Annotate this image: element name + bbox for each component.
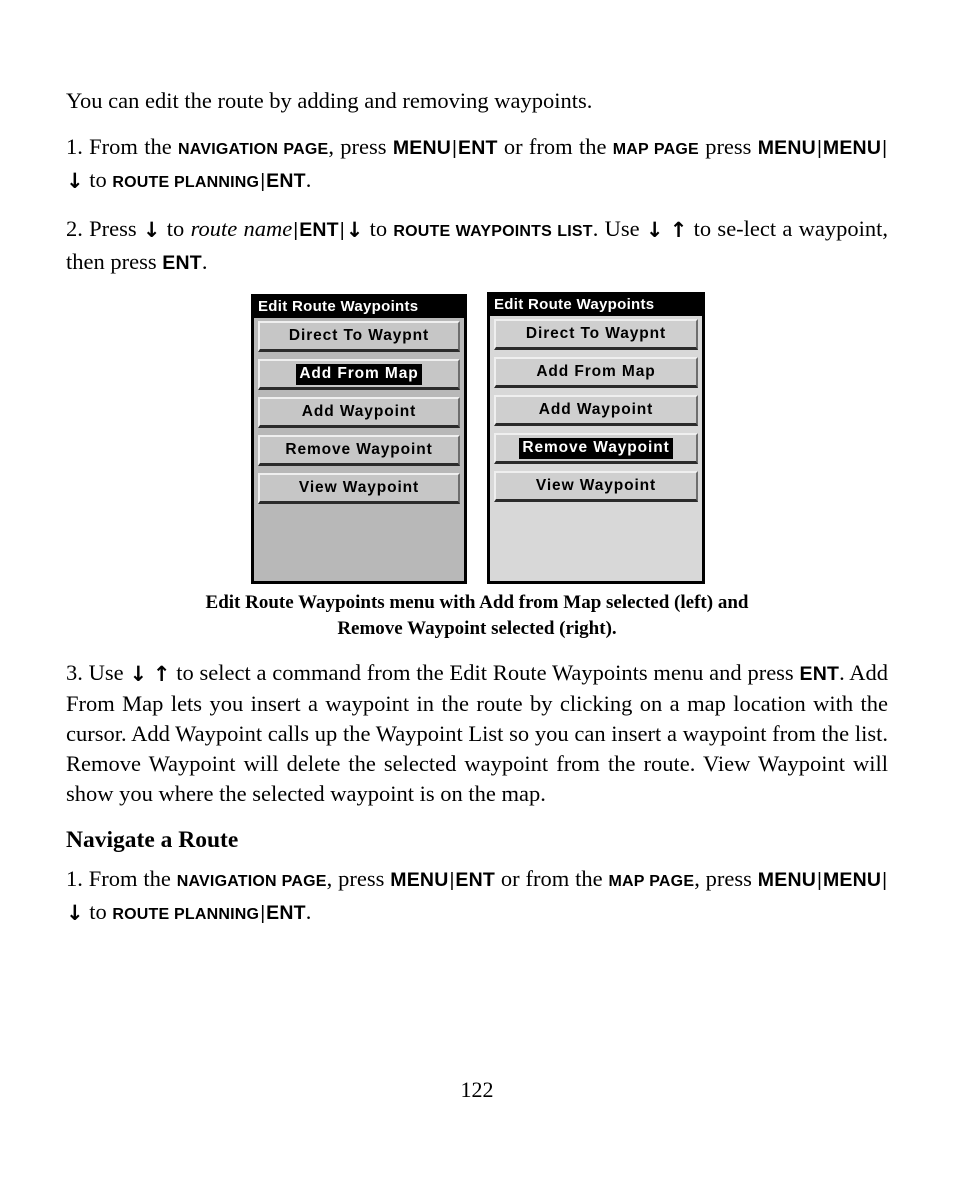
step-2-number: 2. — [66, 216, 83, 241]
ent-key: ENT — [455, 869, 496, 891]
figure-gps-screens: Edit Route Waypoints Direct To Waypnt Ad… — [66, 292, 888, 590]
figure-caption: Edit Route Waypoints menu with Add from … — [66, 590, 888, 642]
step-2-period: . — [201, 249, 208, 274]
gps-right-menu-list: Direct To Waypnt Add From Map Add Waypoi… — [490, 316, 702, 581]
step-4-text-5: to — [89, 899, 107, 924]
menu-item-label: Add Waypoint — [301, 402, 417, 420]
gps-screen-left: Edit Route Waypoints Direct To Waypnt Ad… — [251, 294, 467, 584]
arrow-down-icon: ↓ — [142, 218, 161, 242]
navigation-page-label: Navigation Page — [178, 141, 329, 158]
menu-item-label: Remove Waypoint — [285, 440, 433, 458]
route-planning-label: Route Planning — [112, 906, 260, 923]
ent-key: ENT — [799, 663, 840, 685]
ent-key-2: ENT — [162, 252, 202, 274]
arrow-down-icon-2: ↓ — [345, 218, 364, 242]
step-2-text-4: . Use — [592, 216, 640, 241]
menu-key-3: MENU — [822, 869, 882, 891]
menu-key-2: MENU — [757, 137, 816, 159]
map-page-label: Map Page — [608, 873, 695, 890]
arrow-down-icon: ↓ — [66, 901, 84, 925]
step-4-period: . — [305, 899, 312, 924]
menu-item-add-waypoint[interactable]: Add Waypoint — [494, 395, 698, 426]
menu-item-remove-waypoint[interactable]: Remove Waypoint — [494, 433, 698, 464]
step-4-paragraph: 1. From the Navigation Page, press MENU|… — [66, 864, 888, 930]
step-4-text-4: , press — [694, 866, 752, 891]
step-2-text-1: Press — [89, 216, 137, 241]
manual-page: You can edit the route by adding and rem… — [0, 0, 954, 1199]
step-1-paragraph: 1. From the Navigation Page, press MENU|… — [66, 132, 888, 198]
map-page-label: Map Page — [612, 141, 699, 158]
key-separator-2: | — [339, 220, 345, 241]
step-3-paragraph: 3. Use ↓ ↑ to select a command from the … — [66, 658, 888, 809]
arrow-down-icon: ↓ — [66, 169, 84, 193]
gps-left-title-bar: Edit Route Waypoints — [254, 297, 464, 318]
step-3-number: 3. — [66, 660, 83, 685]
step-1-text-4: press — [705, 134, 752, 159]
step-4-number: 1. — [66, 866, 83, 891]
menu-item-add-from-map[interactable]: Add From Map — [494, 357, 698, 388]
ent-key: ENT — [457, 137, 498, 159]
menu-item-label: Direct To Waypnt — [288, 326, 430, 344]
route-planning-label: Route Planning — [112, 174, 260, 191]
arrow-down-icon-3: ↓ — [645, 218, 664, 242]
gps-left-menu-list: Direct To Waypnt Add From Map Add Waypoi… — [254, 318, 464, 581]
ent-key-2: ENT — [266, 902, 306, 924]
route-waypoints-list-label: Route Waypoints List — [393, 223, 593, 240]
key-separator-2: | — [817, 870, 822, 891]
caption-line-2: Remove Waypoint selected (right). — [337, 618, 617, 639]
caption-line-1: Edit Route Waypoints menu with Add from … — [205, 592, 749, 613]
menu-item-label: Add From Map — [296, 363, 422, 385]
arrow-up-icon: ↑ — [669, 218, 688, 242]
page-number: 122 — [460, 1077, 494, 1102]
menu-item-direct-to-waypnt[interactable]: Direct To Waypnt — [494, 319, 698, 350]
page-content: You can edit the route by adding and rem… — [66, 86, 888, 930]
step-4-text-3: or from the — [500, 866, 603, 891]
menu-item-label: View Waypoint — [298, 478, 420, 496]
step-3-text-1: Use — [88, 660, 124, 685]
step-1-period: . — [305, 167, 312, 192]
menu-item-remove-waypoint[interactable]: Remove Waypoint — [258, 435, 460, 466]
step-1-text-1: From the — [89, 134, 172, 159]
intro-text: You can edit the route by adding and rem… — [66, 88, 593, 113]
menu-item-label: Add From Map — [536, 362, 656, 380]
menu-item-view-waypoint[interactable]: View Waypoint — [258, 473, 460, 504]
step-1-text-5: to — [89, 167, 107, 192]
menu-item-add-waypoint[interactable]: Add Waypoint — [258, 397, 460, 428]
step-2-text-3: to — [369, 216, 388, 241]
section-heading-navigate-a-route: Navigate a Route — [66, 827, 239, 853]
menu-key: MENU — [392, 137, 452, 159]
step-1-text-3: or from the — [503, 134, 607, 159]
menu-item-direct-to-waypnt[interactable]: Direct To Waypnt — [258, 321, 460, 352]
key-separator-3: | — [882, 870, 888, 891]
step-3-text-2: to select a command from the Edit Route … — [176, 660, 794, 685]
menu-item-label: View Waypoint — [535, 476, 657, 494]
arrow-up-icon: ↑ — [152, 662, 171, 686]
key-separator-3: | — [882, 138, 888, 159]
step-4-text-1: From the — [88, 866, 171, 891]
key-separator-2: | — [816, 138, 822, 159]
ent-key-2: ENT — [266, 170, 306, 192]
gps-screen-right: Edit Route Waypoints Direct To Waypnt Ad… — [487, 292, 705, 584]
route-name-placeholder: route name — [190, 216, 293, 241]
step-4-text-2: , press — [326, 866, 385, 891]
step-2-text-2: to — [166, 216, 185, 241]
gps-right-title-bar: Edit Route Waypoints — [490, 295, 702, 316]
ent-key: ENT — [299, 219, 339, 241]
menu-item-label: Direct To Waypnt — [525, 324, 667, 342]
menu-item-view-waypoint[interactable]: View Waypoint — [494, 471, 698, 502]
menu-item-label: Remove Waypoint — [519, 437, 673, 459]
menu-key-3: MENU — [822, 137, 882, 159]
arrow-down-icon: ↓ — [129, 662, 148, 686]
step-1-number: 1. — [66, 134, 83, 159]
menu-item-label: Add Waypoint — [538, 400, 654, 418]
step-1-text-2: , press — [328, 134, 387, 159]
step-2-paragraph: 2. Press ↓ to route name|ENT|↓ to Route … — [66, 214, 888, 278]
menu-key: MENU — [390, 869, 449, 891]
intro-paragraph: You can edit the route by adding and rem… — [66, 86, 888, 116]
navigation-page-label: Navigation Page — [176, 873, 327, 890]
menu-item-add-from-map[interactable]: Add From Map — [258, 359, 460, 390]
key-separator: | — [452, 138, 457, 159]
menu-key-2: MENU — [757, 869, 817, 891]
